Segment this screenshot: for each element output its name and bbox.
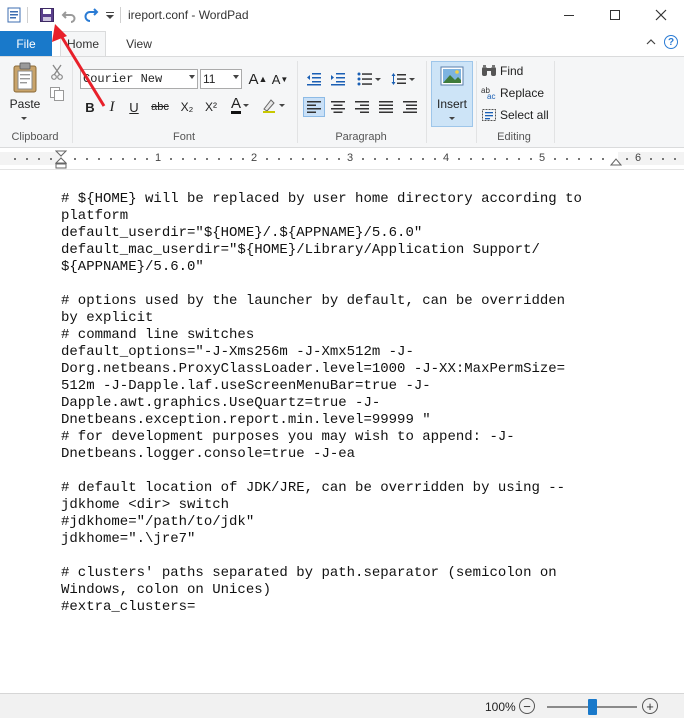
zoom-level: 100%: [485, 700, 516, 714]
align-left-icon[interactable]: [303, 97, 325, 117]
save-icon[interactable]: [38, 6, 56, 24]
bullet-list-button[interactable]: [354, 69, 384, 89]
insert-dropdown-icon[interactable]: [447, 113, 457, 123]
italic-button[interactable]: I: [102, 97, 122, 117]
shrink-font-button[interactable]: A ▼: [270, 69, 290, 89]
font-family-combo[interactable]: Courier New: [80, 69, 198, 89]
help-icon[interactable]: ?: [664, 35, 678, 49]
shrink-font-label: A: [271, 71, 281, 87]
underline-button[interactable]: U: [124, 97, 144, 117]
group-separator: [426, 61, 427, 143]
wordpad-window: ireport.conf - WordPad File Home View ? …: [0, 0, 684, 718]
zoom-in-button[interactable]: +: [642, 698, 658, 714]
align-right-icon[interactable]: [351, 97, 373, 117]
superscript-button[interactable]: X²: [200, 97, 222, 117]
ribbon-home: Paste Clipboard Courier New 11 A ▲ A ▼ B I…: [0, 56, 684, 148]
bullet-list-icon: [357, 72, 372, 86]
copy-icon[interactable]: [48, 85, 66, 103]
select-all-label: Select all: [500, 108, 549, 122]
font-family-value: Courier New: [83, 72, 163, 86]
strikethrough-button[interactable]: abc: [146, 97, 174, 117]
select-all-button[interactable]: Select all: [481, 105, 549, 125]
subscript-button[interactable]: X₂: [176, 97, 198, 117]
title-separator: [120, 7, 121, 23]
undo-icon[interactable]: [60, 6, 78, 24]
right-indent-marker-icon[interactable]: [610, 156, 622, 166]
line-spacing-icon: [391, 73, 406, 85]
customize-quick-access-icon[interactable]: [104, 6, 116, 24]
maximize-button[interactable]: [592, 0, 638, 30]
ruler-number: 4: [443, 152, 450, 164]
line-spacing-button[interactable]: [388, 69, 418, 89]
status-bar: 100% − +: [0, 693, 684, 718]
justify-icon[interactable]: [375, 97, 397, 117]
paste-dropdown-icon[interactable]: [18, 113, 30, 123]
binoculars-icon: [482, 65, 496, 76]
tab-home[interactable]: Home: [60, 31, 106, 56]
zoom-out-button[interactable]: −: [519, 698, 535, 714]
replace-button[interactable]: ab ac Replace: [481, 83, 544, 103]
paste-icon[interactable]: [8, 61, 42, 95]
quick-access-separator: [27, 7, 28, 23]
replace-icon: abac: [481, 86, 495, 100]
insert-label: Insert: [436, 97, 467, 111]
highlighter-icon: [263, 99, 275, 113]
ruler-number: 5: [539, 152, 546, 164]
group-label-font: Font: [172, 131, 195, 143]
cut-icon[interactable]: [48, 63, 66, 81]
ruler[interactable]: 1 2 3 4 5 6: [0, 148, 684, 170]
bold-button[interactable]: B: [80, 97, 100, 117]
increase-indent-icon[interactable]: [328, 69, 348, 89]
ruler-number: 3: [347, 152, 354, 164]
wordpad-app-icon[interactable]: [5, 6, 23, 24]
tab-file[interactable]: File: [0, 31, 52, 56]
font-size-combo[interactable]: 11: [200, 69, 242, 89]
document-text[interactable]: # ${HOME} will be replaced by user home …: [61, 191, 621, 616]
text-color-label: A: [230, 95, 241, 114]
svg-text:ac: ac: [487, 92, 495, 100]
minimize-button[interactable]: [546, 0, 592, 30]
find-label: Find: [500, 64, 524, 78]
text-color-button[interactable]: A: [226, 95, 254, 115]
group-label-clipboard: Clipboard: [11, 131, 59, 143]
window-title: ireport.conf - WordPad: [128, 8, 249, 22]
highlight-button[interactable]: [258, 95, 288, 115]
select-all-icon: [482, 109, 496, 121]
grow-font-label: A: [248, 70, 259, 88]
paste-button[interactable]: Paste: [8, 97, 42, 111]
ruler-number: 6: [635, 152, 642, 164]
ruler-number: 1: [155, 152, 162, 164]
tab-view[interactable]: View: [116, 31, 162, 56]
indent-marker-icon[interactable]: [55, 150, 67, 170]
paragraph-settings-icon[interactable]: [399, 97, 421, 117]
replace-label: Replace: [500, 86, 545, 100]
group-label-editing: Editing: [497, 131, 531, 143]
find-button[interactable]: Find: [481, 61, 523, 81]
close-button[interactable]: [638, 0, 684, 30]
group-label-paragraph: Paragraph: [335, 131, 387, 143]
align-center-icon[interactable]: [327, 97, 349, 117]
picture-icon: [439, 65, 465, 87]
ribbon-tabs: File Home View ?: [0, 30, 684, 56]
document-area[interactable]: # ${HOME} will be replaced by user home …: [0, 171, 684, 693]
grow-font-button[interactable]: A ▲: [248, 69, 268, 89]
ruler-number: 2: [251, 152, 258, 164]
zoom-slider-thumb[interactable]: [587, 699, 597, 715]
decrease-indent-icon[interactable]: [304, 69, 324, 89]
title-bar: ireport.conf - WordPad: [0, 0, 684, 30]
minimize-ribbon-icon[interactable]: [644, 35, 658, 49]
group-separator: [554, 61, 555, 143]
font-size-value: 11: [203, 72, 216, 86]
redo-icon[interactable]: [82, 6, 100, 24]
